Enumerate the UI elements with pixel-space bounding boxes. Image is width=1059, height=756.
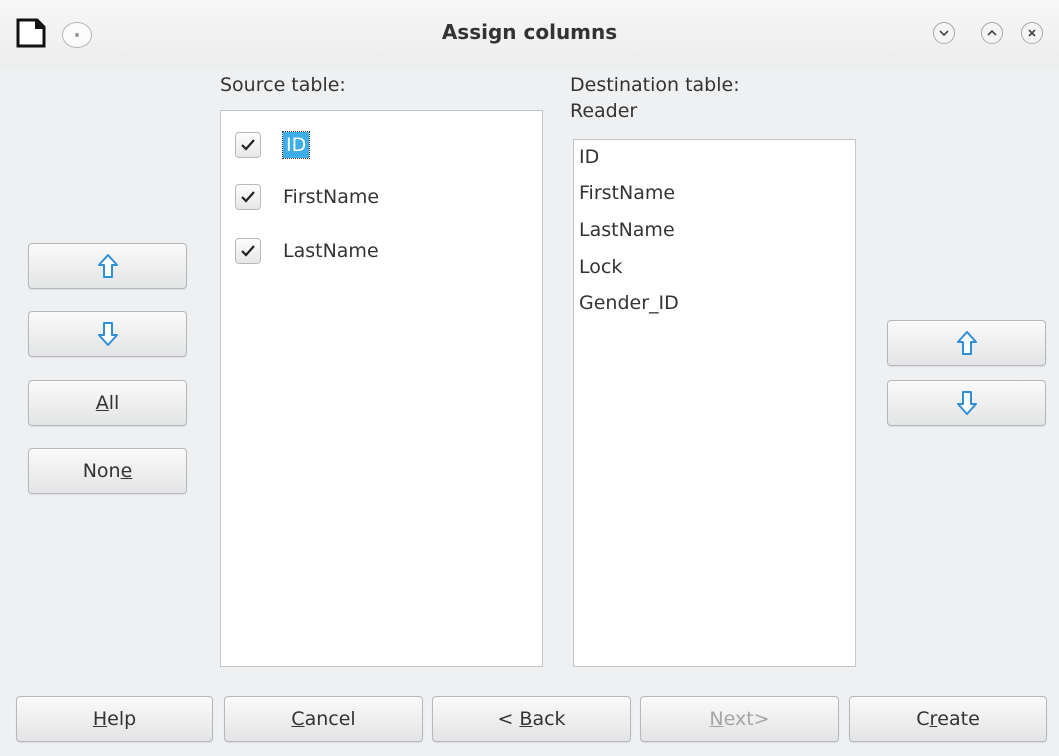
source-item-label: LastName (283, 240, 379, 262)
close-icon (1028, 29, 1036, 37)
title-bar: Assign columns (0, 0, 1059, 66)
arrow-down-icon (97, 322, 118, 346)
all-label-post: ll (108, 392, 120, 414)
maximize-button[interactable] (981, 22, 1003, 44)
minimize-button[interactable] (933, 22, 955, 44)
source-table-label: Source table: (220, 74, 346, 96)
next-button[interactable]: Next> (640, 696, 839, 742)
destination-table-name: Reader (570, 100, 638, 122)
checkbox[interactable] (235, 238, 261, 264)
create-label-mnemonic: r (929, 708, 938, 730)
source-move-up-button[interactable] (28, 243, 187, 289)
arrow-up-icon (97, 254, 118, 278)
back-label-pre: < (497, 708, 520, 730)
cancel-button[interactable]: Cancel (224, 696, 423, 742)
source-move-down-button[interactable] (28, 311, 187, 357)
cancel-label-mnemonic: C (291, 708, 305, 730)
select-none-button[interactable]: Non e (28, 448, 187, 494)
destination-move-down-button[interactable] (887, 380, 1046, 426)
list-item[interactable]: Lock (579, 256, 622, 278)
back-label-mnemonic: B (519, 708, 533, 730)
chevron-up-icon (987, 29, 997, 36)
list-item[interactable]: ID (579, 146, 599, 168)
source-item-label: FirstName (283, 186, 380, 208)
source-item-firstname[interactable]: FirstName (235, 179, 379, 215)
destination-table-label: Destination table: (570, 74, 740, 96)
create-label-pre: C (916, 708, 930, 730)
arrow-down-icon (956, 391, 977, 415)
none-label-mnemonic: e (120, 460, 133, 482)
check-icon (241, 245, 255, 257)
help-label-mnemonic: H (92, 708, 108, 730)
destination-column-list[interactable]: ID FirstName LastName Lock Gender_ID (573, 139, 856, 667)
checkbox[interactable] (235, 132, 261, 158)
none-label-pre: Non (82, 460, 121, 482)
close-button[interactable] (1021, 22, 1043, 44)
all-label-mnemonic: A (95, 392, 109, 414)
check-icon (241, 191, 255, 203)
source-item-id[interactable]: ID (235, 127, 311, 163)
window-title: Assign columns (441, 20, 618, 44)
list-item[interactable]: FirstName (579, 182, 675, 204)
back-button[interactable]: < Back (432, 696, 631, 742)
check-icon (241, 139, 255, 151)
create-button[interactable]: Cr eate (849, 696, 1047, 742)
back-label-post: ack (532, 708, 566, 730)
checkbox[interactable] (235, 184, 261, 210)
destination-move-up-button[interactable] (887, 320, 1046, 366)
list-item[interactable]: LastName (579, 219, 675, 241)
list-item[interactable]: Gender_ID (579, 292, 679, 314)
cancel-label-post: ancel (304, 708, 356, 730)
help-label-post: elp (107, 708, 137, 730)
source-item-lastname[interactable]: LastName (235, 233, 379, 269)
chevron-down-icon (939, 30, 949, 37)
next-label-mnemonic: N (709, 708, 724, 730)
help-button[interactable]: Help (16, 696, 213, 742)
next-label-post: ext> (723, 708, 770, 730)
source-item-label: ID (281, 131, 311, 159)
arrow-up-icon (956, 331, 977, 355)
select-all-button[interactable]: All (28, 380, 187, 426)
create-label-post: eate (937, 708, 980, 730)
source-column-list[interactable]: ID FirstName LastName (220, 110, 543, 667)
